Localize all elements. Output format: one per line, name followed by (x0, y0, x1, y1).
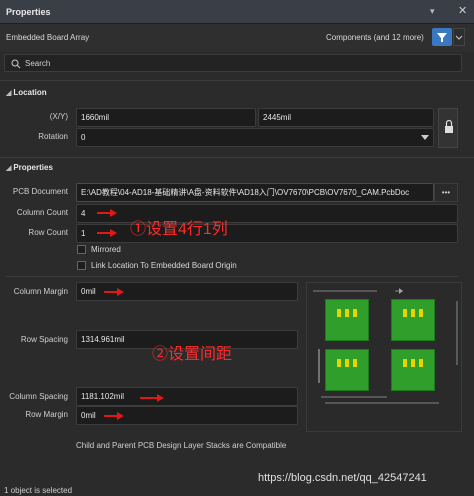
board-tile (391, 349, 435, 391)
watermark-text: https://blog.csdn.net/qq_42547241 (258, 472, 427, 484)
board-pad (353, 359, 357, 367)
annotation-set-grid: ①设置4行1列 (130, 221, 228, 238)
filter-summary[interactable]: Components (and 12 more) (326, 33, 424, 42)
chevron-down-icon (421, 135, 429, 140)
annotation-set-spacing: ②设置间距 (152, 346, 233, 363)
filter-icon (437, 33, 447, 42)
board-pad (411, 359, 415, 367)
divider (0, 80, 474, 81)
properties-section-header[interactable]: ◢ Properties (6, 163, 53, 172)
row-margin-label: Row Margin (25, 410, 68, 419)
close-icon[interactable]: ✕ (458, 4, 470, 18)
annotation-arrow (97, 212, 111, 214)
column-spacing-label: Column Spacing (9, 392, 68, 401)
board-array-diagram (306, 282, 462, 432)
search-input[interactable]: Search (4, 54, 462, 72)
object-header: Embedded Board Array Components (and 12 … (0, 24, 474, 52)
y-field[interactable]: 2445mil (258, 108, 434, 127)
column-spacing-field[interactable]: 1181.102mil (76, 387, 298, 406)
lock-icon (445, 119, 453, 133)
search-placeholder: Search (25, 59, 51, 68)
mirrored-label: Mirrored (91, 245, 121, 254)
pcb-document-label: PCB Document (12, 187, 68, 196)
board-tile (391, 299, 435, 341)
location-section-title: Location (13, 88, 47, 97)
annotation-arrow (97, 232, 111, 234)
link-location-checkbox[interactable] (77, 261, 86, 270)
board-pad (345, 309, 349, 317)
rotation-value: 0 (81, 133, 86, 142)
filter-button[interactable] (432, 28, 452, 46)
filter-dropdown-button[interactable] (453, 28, 465, 46)
board-pad (337, 309, 341, 317)
properties-section-title: Properties (13, 163, 53, 172)
board-pad (411, 309, 415, 317)
annotation-arrow (140, 397, 158, 399)
object-type-label: Embedded Board Array (6, 33, 90, 42)
annotation-arrowhead (110, 229, 117, 237)
rotation-select[interactable]: 0 (76, 128, 434, 147)
lock-button[interactable] (438, 108, 458, 148)
divider (6, 276, 458, 277)
status-text: 1 object is selected (4, 486, 73, 495)
panel-titlebar: Properties ▾ ✕ (0, 0, 474, 24)
row-count-label: Row Count (28, 228, 68, 237)
annotation-arrow (104, 415, 118, 417)
board-pad (419, 359, 423, 367)
board-pad (353, 309, 357, 317)
search-icon (11, 59, 21, 69)
chevron-down-icon (455, 35, 463, 40)
status-bar: 1 object is selected (0, 484, 474, 496)
location-section-header[interactable]: ◢ Location (6, 88, 47, 97)
board-pad (345, 359, 349, 367)
pcb-document-field[interactable]: E:\AD教程\04-AD18-基础精讲\A盘-资料软件\AD18入门\OV76… (76, 183, 434, 202)
divider (0, 157, 474, 158)
board-pad (403, 359, 407, 367)
mirrored-checkbox[interactable] (77, 245, 86, 254)
annotation-arrowhead (117, 288, 124, 296)
board-pad (419, 309, 423, 317)
row-spacing-label: Row Spacing (20, 335, 68, 344)
layer-stack-compat-text: Child and Parent PCB Design Layer Stacks… (76, 441, 287, 450)
board-tile (325, 349, 369, 391)
xy-label: (X/Y) (49, 112, 68, 121)
board-pad (403, 309, 407, 317)
annotation-arrow (104, 291, 118, 293)
pin-icon[interactable]: ▾ (430, 6, 442, 18)
annotation-arrowhead (110, 209, 117, 217)
browse-button[interactable]: ••• (434, 183, 458, 202)
annotation-arrowhead (117, 412, 124, 420)
rotation-label: Rotation (38, 132, 68, 141)
link-location-label: Link Location To Embedded Board Origin (91, 261, 237, 270)
column-count-label: Column Count (16, 208, 68, 217)
column-margin-label: Column Margin (13, 287, 68, 296)
board-tile (325, 299, 369, 341)
board-pad (337, 359, 341, 367)
panel-title: Properties (6, 7, 51, 17)
x-field[interactable]: 1660mil (76, 108, 256, 127)
annotation-arrowhead (157, 394, 164, 402)
